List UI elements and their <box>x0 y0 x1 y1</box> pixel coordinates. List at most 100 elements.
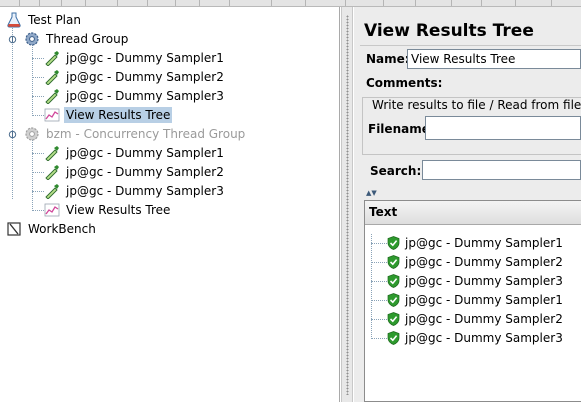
filename-label: Filename <box>368 122 430 136</box>
tree-node-label: View Results Tree <box>64 106 173 123</box>
collapse-toggle-icon[interactable] <box>8 130 17 139</box>
shield-check-icon <box>387 235 400 250</box>
tree-node-label: jp@gc - Dummy Sampler3 <box>66 183 224 198</box>
tree-line <box>32 96 44 97</box>
result-label: jp@gc - Dummy Sampler2 <box>405 311 563 326</box>
tree-node-label: WorkBench <box>28 221 96 236</box>
result-row[interactable]: jp@gc - Dummy Sampler3 <box>387 328 563 347</box>
tree-node-label: jp@gc - Dummy Sampler2 <box>66 69 224 84</box>
tree-line <box>32 153 44 154</box>
tree-line <box>371 300 387 301</box>
tree-line <box>371 319 387 320</box>
results-header-text: Text <box>365 201 581 225</box>
result-label: jp@gc - Dummy Sampler2 <box>405 254 563 269</box>
toolbar-button[interactable] <box>148 0 176 6</box>
tree-node-label: bzm - Concurrency Thread Group <box>46 126 246 141</box>
tree-line <box>371 262 387 263</box>
toolbar-button[interactable] <box>0 0 20 6</box>
tree-node-sampler[interactable]: jp@gc - Dummy Sampler3 <box>44 86 226 105</box>
graph-icon <box>44 203 60 216</box>
tree-node-sampler[interactable]: jp@gc - Dummy Sampler1 <box>44 143 226 162</box>
pipette-icon <box>45 69 59 85</box>
tree-node-workbench[interactable]: WorkBench <box>6 219 98 238</box>
result-label: jp@gc - Dummy Sampler1 <box>405 292 563 307</box>
view-results-tree-panel: View Results Tree Name: View Results Tre… <box>354 7 581 402</box>
tree-line <box>32 191 44 192</box>
tree-node-listener-selected[interactable]: View Results Tree <box>44 105 173 124</box>
test-plan-tree[interactable]: Test Plan Thread Group jp@gc - Dummy Sam… <box>0 7 340 402</box>
shield-check-icon <box>387 254 400 269</box>
toolbar-button[interactable] <box>118 0 148 6</box>
tree-node-label: jp@gc - Dummy Sampler1 <box>66 145 224 160</box>
toolbar-button[interactable] <box>20 0 40 6</box>
tree-line <box>32 77 44 78</box>
tree-node-label: jp@gc - Dummy Sampler3 <box>66 88 224 103</box>
tree-line <box>371 281 387 282</box>
toolbar-button[interactable] <box>516 0 552 6</box>
tree-node-thread-group[interactable]: Thread Group <box>24 29 130 48</box>
shield-check-icon <box>387 292 400 307</box>
toolbar-button[interactable] <box>200 0 230 6</box>
result-row[interactable]: jp@gc - Dummy Sampler2 <box>387 309 563 328</box>
tree-node-label: Test Plan <box>28 12 81 27</box>
name-label: Name: <box>366 52 410 66</box>
results-tree[interactable]: Text jp@gc - Dummy Sampler1 jp@gc - Dumm… <box>364 200 581 402</box>
toolbar-button[interactable] <box>40 0 62 6</box>
tree-node-label: Thread Group <box>46 31 129 46</box>
tree-line <box>32 172 44 173</box>
tree-line <box>32 115 44 116</box>
tree-node-label: jp@gc - Dummy Sampler1 <box>66 50 224 65</box>
toolbar-button[interactable] <box>272 0 306 6</box>
tree-node-sampler[interactable]: jp@gc - Dummy Sampler2 <box>44 162 226 181</box>
toolbar-button[interactable] <box>176 0 200 6</box>
tree-line <box>32 210 44 211</box>
toolbar-button[interactable] <box>86 0 118 6</box>
tree-node-sampler[interactable]: jp@gc - Dummy Sampler2 <box>44 67 226 86</box>
tree-line <box>12 21 13 199</box>
pipette-icon <box>45 164 59 180</box>
divider-arrows[interactable]: ▲▼ <box>366 189 377 197</box>
comments-label: Comments: <box>366 76 443 90</box>
search-label: Search: <box>370 164 422 178</box>
splitter-grip <box>346 15 349 395</box>
toolbar-button[interactable] <box>306 0 346 6</box>
toolbar-button[interactable] <box>452 0 482 6</box>
filename-input[interactable] <box>425 116 581 140</box>
tree-line <box>371 234 372 337</box>
name-input[interactable]: View Results Tree <box>407 49 581 69</box>
result-label: jp@gc - Dummy Sampler1 <box>405 235 563 250</box>
result-row[interactable]: jp@gc - Dummy Sampler1 <box>387 233 563 252</box>
result-row[interactable]: jp@gc - Dummy Sampler2 <box>387 252 563 271</box>
pane-splitter[interactable] <box>341 7 353 402</box>
toolbar <box>0 0 581 7</box>
tree-node-test-plan[interactable]: Test Plan <box>6 10 83 29</box>
collapse-toggle-icon[interactable] <box>8 35 17 44</box>
result-label: jp@gc - Dummy Sampler3 <box>405 330 563 345</box>
search-input[interactable] <box>422 160 581 180</box>
toolbar-button[interactable] <box>384 0 416 6</box>
gear-icon <box>25 126 39 141</box>
result-row[interactable]: jp@gc - Dummy Sampler1 <box>387 290 563 309</box>
toolbar-button[interactable] <box>346 0 384 6</box>
flask-icon <box>7 12 21 27</box>
pipette-icon <box>45 88 59 104</box>
tree-node-sampler[interactable]: jp@gc - Dummy Sampler3 <box>44 181 226 200</box>
tree-line <box>371 338 387 339</box>
graph-icon <box>44 108 60 121</box>
gear-icon <box>25 31 39 46</box>
pipette-icon <box>45 183 59 199</box>
toolbar-button[interactable] <box>416 0 452 6</box>
shield-check-icon <box>387 330 400 345</box>
tree-node-label: View Results Tree <box>66 202 171 217</box>
toolbar-button[interactable] <box>62 0 86 6</box>
tree-line <box>32 58 44 59</box>
tree-node-listener[interactable]: View Results Tree <box>44 200 172 219</box>
toolbar-button[interactable] <box>230 0 272 6</box>
tree-line <box>371 243 387 244</box>
tree-node-concurrency-thread-group[interactable]: bzm - Concurrency Thread Group <box>24 124 247 143</box>
divider <box>360 45 581 46</box>
tree-node-sampler[interactable]: jp@gc - Dummy Sampler1 <box>44 48 226 67</box>
result-row[interactable]: jp@gc - Dummy Sampler3 <box>387 271 563 290</box>
toolbar-button[interactable] <box>482 0 516 6</box>
arrow-down-icon[interactable]: ▼ <box>371 189 376 197</box>
